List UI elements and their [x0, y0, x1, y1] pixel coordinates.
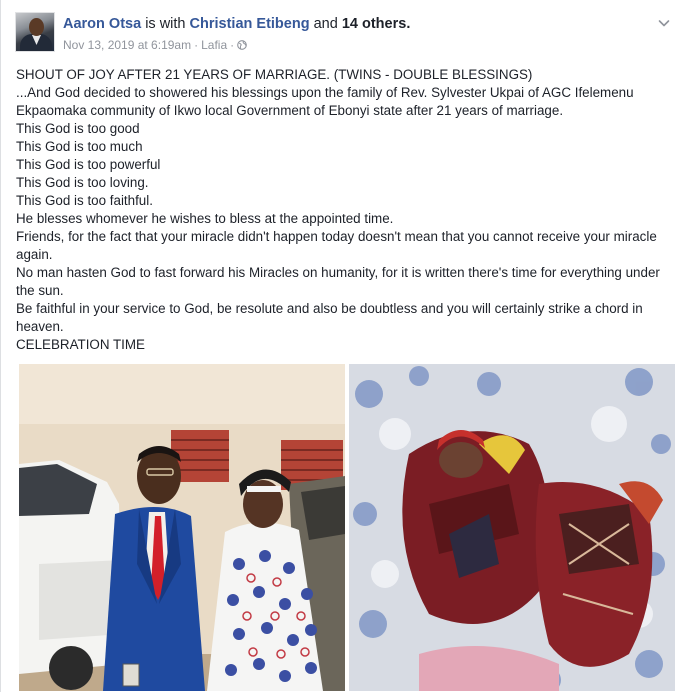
post-text-line: SHOUT OF JOY AFTER 21 YEARS OF MARRIAGE.… — [16, 67, 533, 82]
separator-dot: · — [194, 38, 199, 52]
post-text-line: He blesses whomever he wishes to bless a… — [16, 211, 394, 226]
separator-dot: · — [230, 38, 235, 52]
author-name-link[interactable]: Aaron Otsa — [63, 16, 141, 32]
post-text-line: This God is too faithful. — [16, 193, 153, 208]
avatar[interactable] — [15, 12, 55, 52]
post-text-line: Be faithful in your service to God, be r… — [16, 301, 643, 334]
couple-photo[interactable] — [19, 364, 345, 691]
and-text: and — [313, 16, 338, 32]
location-link[interactable]: Lafia — [201, 38, 227, 52]
post-text-line: ...And God decided to showered his bless… — [16, 85, 634, 118]
post-text-line: CELEBRATION TIME — [16, 337, 145, 352]
twins-photo[interactable] — [349, 364, 675, 691]
others-link[interactable]: 14 others. — [342, 16, 411, 32]
post-title-line: Aaron Otsa is with Christian Etibeng and… — [63, 16, 410, 32]
post-meta: Nov 13, 2019 at 6:19am · Lafia · — [63, 38, 247, 52]
post-text-line: This God is too powerful — [16, 157, 161, 172]
tagged-person-link[interactable]: Christian Etibeng — [190, 16, 310, 32]
post-text-line: This God is too much — [16, 139, 143, 154]
post-text-line: This God is too good — [16, 121, 140, 136]
post-text-line: This God is too loving. — [16, 175, 149, 190]
globe-icon[interactable] — [237, 40, 247, 50]
post-text-line: Friends, for the fact that your miracle … — [16, 229, 657, 262]
timestamp-link[interactable]: Nov 13, 2019 at 6:19am — [63, 38, 191, 52]
facebook-post: Aaron Otsa is with Christian Etibeng and… — [0, 0, 684, 692]
post-header: Aaron Otsa is with Christian Etibeng and… — [15, 12, 675, 56]
chevron-down-icon[interactable] — [657, 16, 671, 30]
with-text: is with — [145, 16, 186, 32]
post-body-text: SHOUT OF JOY AFTER 21 YEARS OF MARRIAGE.… — [16, 66, 676, 354]
post-text-line: No man hasten God to fast forward his Mi… — [16, 265, 660, 298]
